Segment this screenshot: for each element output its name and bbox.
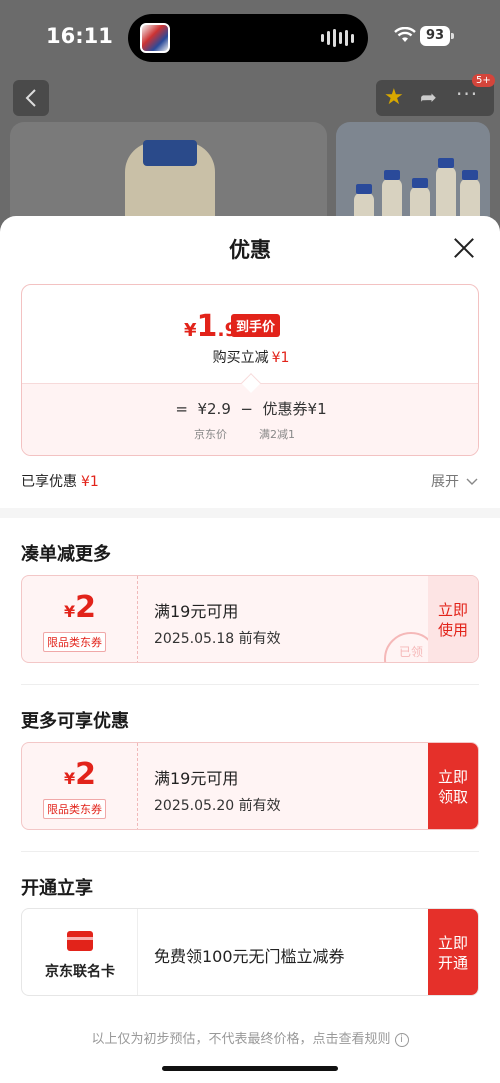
battery-level: 93 [420,26,450,46]
status-bar: 16:11 93 [0,0,500,76]
share-icon[interactable]: ➦ [420,85,437,109]
coupon-rule-label: 满2减1 [259,428,295,441]
card-brand-area: 京东联名卡 [22,909,138,995]
close-icon[interactable] [452,236,476,260]
buy-reduce-line: 购买立减 ¥1 [22,347,478,367]
chevron-left-icon [25,89,36,107]
favorite-star-icon[interactable]: ★ [384,85,404,110]
jd-price-label: 京东价 [194,428,227,441]
section-title-open: 开通立享 [21,878,93,899]
card-name: 京东联名卡 [45,964,115,980]
card-offer-description: 免费领100元无门槛立减券 [154,947,345,966]
final-price-tag: 到手价 [231,314,281,337]
sheet-title: 优惠 [229,238,271,262]
expand-toggle[interactable]: 展开 [431,471,478,491]
price-summary: ¥1.9 到手价 购买立减 ¥1 [22,285,478,383]
reduce-value: ¥1 [271,350,290,366]
top-actions: ★ ➦ ··· 5+ [376,74,495,116]
jd-price-value: ¥2.9 [197,400,231,418]
final-price: ¥1.9 [184,309,238,344]
coupon-type-tag: 限品类东券 [43,799,106,819]
price-card: ¥1.9 到手价 购买立减 ¥1 = ¥2.9 − 优惠券¥1 京东价 满2减1 [21,284,479,456]
section-divider [0,508,500,518]
product-page-background: ★ ➦ ··· 5+ [0,74,500,252]
credit-card-icon [67,931,93,951]
price-breakdown: = ¥2.9 − 优惠券¥1 京东价 满2减1 [22,383,478,455]
coupon-amount: ¥2 [63,757,96,792]
coupon-value: 优惠券¥1 [262,400,327,418]
info-icon: i [394,1032,409,1047]
coupon-value-area: ¥2 限品类东券 [22,743,138,829]
battery-tip [451,33,454,39]
bottle-cap [143,140,197,166]
coupon-value-area: ¥2 限品类东券 [22,576,138,662]
coupon-type-tag: 限品类东券 [43,632,106,652]
reduce-label: 购买立减 [212,350,269,366]
use-now-button[interactable]: 立即 使用 [428,576,478,662]
back-button[interactable] [13,80,49,116]
status-time: 16:11 [46,24,113,48]
co-branded-card-offer: 京东联名卡 免费领100元无门槛立减券 立即 开通 [21,908,479,996]
rules-note[interactable]: 以上仅为初步预估，不代表最终价格，点击查看规则 i [0,1028,500,1047]
chevron-down-icon [466,478,478,485]
wifi-icon [394,27,416,42]
discount-sheet: 优惠 ¥1.9 到手价 购买立减 ¥1 = ¥2.9 − 优惠券¥1 京东价 满2… [0,216,500,1083]
section-divider-line [21,851,479,852]
coupon-expiry: 2025.05.18 前有效 [154,631,281,647]
now-playing-artwork [140,23,170,53]
section-divider-line [21,684,479,685]
claim-now-button[interactable]: 立即 领取 [428,743,478,829]
open-now-button[interactable]: 立即 开通 [428,909,478,995]
enjoyed-discount: 已享优惠 ¥1 [21,474,99,490]
audio-waveform-icon [321,29,354,47]
coupon-expiry: 2025.05.20 前有效 [154,798,281,814]
more-badge: 5+ [472,74,495,87]
price-formula: = ¥2.9 − 优惠券¥1 [175,400,327,418]
coupon-more: ¥2 限品类东券 满19元可用 2025.05.20 前有效 立即 领取 [21,742,479,830]
coupon-combine: ¥2 限品类东券 满19元可用 2025.05.18 前有效 已领 立即 使用 [21,575,479,663]
home-indicator [162,1066,338,1071]
coupon-amount: ¥2 [63,590,96,625]
section-title-combine: 凑单减更多 [21,544,111,565]
coupon-condition: 满19元可用 [154,769,239,788]
section-title-more: 更多可享优惠 [21,711,129,732]
dynamic-island[interactable] [128,14,368,62]
coupon-condition: 满19元可用 [154,602,239,621]
